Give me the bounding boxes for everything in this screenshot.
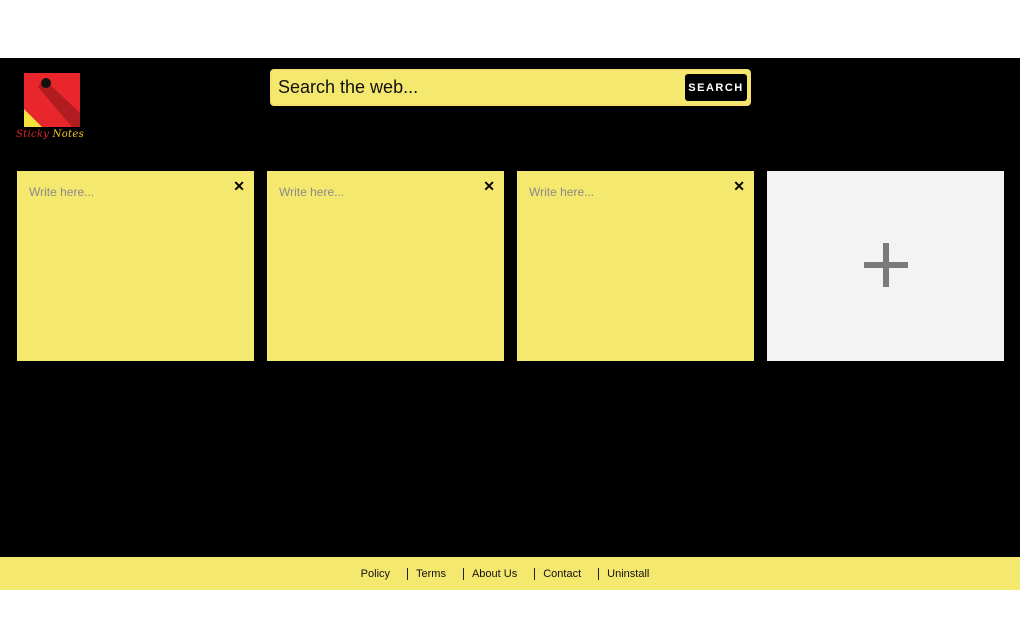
footer-link-policy[interactable]: Policy xyxy=(361,568,390,580)
logo-text: Sticky Notes xyxy=(16,129,84,140)
note-placeholder[interactable]: Write here... xyxy=(529,185,594,199)
footer-separator xyxy=(598,567,600,580)
logo-word-sticky: Sticky xyxy=(16,129,50,140)
footer-link-uninstall[interactable]: Uninstall xyxy=(607,568,649,580)
search-bar: SEARCH xyxy=(270,69,751,106)
footer-links: Policy Terms About Us Contact Uninstall xyxy=(0,557,1010,590)
sticky-note-3[interactable]: Write here... ✕ xyxy=(517,171,754,361)
close-icon[interactable]: ✕ xyxy=(233,178,245,194)
footer-separator xyxy=(462,567,464,580)
sticky-note-1[interactable]: Write here... ✕ xyxy=(17,171,254,361)
footer-link-contact[interactable]: Contact xyxy=(543,568,581,580)
add-note-button[interactable] xyxy=(767,171,1004,361)
note-placeholder[interactable]: Write here... xyxy=(29,185,94,199)
footer-link-about-us[interactable]: About Us xyxy=(472,568,517,580)
logo-icon xyxy=(24,73,80,127)
logo-word-notes: Notes xyxy=(52,129,85,140)
note-placeholder[interactable]: Write here... xyxy=(279,185,344,199)
footer-link-terms[interactable]: Terms xyxy=(416,568,446,580)
close-icon[interactable]: ✕ xyxy=(733,178,745,194)
sticky-note-2[interactable]: Write here... ✕ xyxy=(267,171,504,361)
close-icon[interactable]: ✕ xyxy=(483,178,495,194)
search-input[interactable] xyxy=(278,74,678,101)
plus-icon-vertical xyxy=(883,243,889,287)
search-button[interactable]: SEARCH xyxy=(685,74,747,101)
footer-separator xyxy=(534,567,536,580)
footer: Policy Terms About Us Contact Uninstall xyxy=(0,557,1020,590)
footer-separator xyxy=(407,567,409,580)
app-container: Sticky Notes SEARCH Write here... ✕ Writ… xyxy=(0,58,1020,590)
sticky-notes-logo[interactable]: Sticky Notes xyxy=(14,73,94,145)
